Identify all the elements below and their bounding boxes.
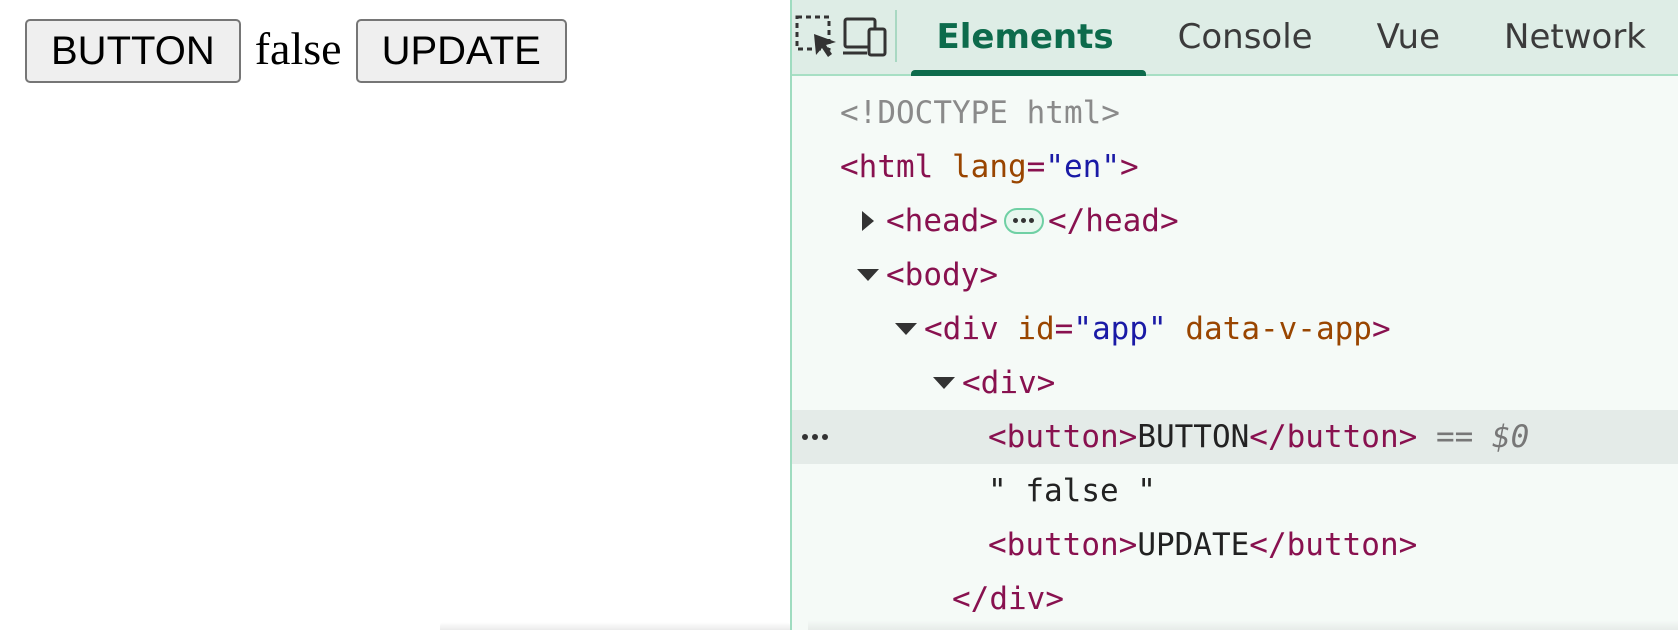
text-node[interactable]: " false " (792, 464, 1678, 518)
devtools-scrollbar[interactable] (808, 620, 1678, 630)
toolbar-divider (895, 10, 897, 62)
app-div-node[interactable]: <div id="app" data-v-app> (792, 302, 1678, 356)
devtools-toolbar: Elements Console Vue Network (792, 0, 1678, 76)
dom-tree: <!DOCTYPE html> <html lang="en"> <head> <… (792, 86, 1678, 626)
html-node[interactable]: <html lang="en"> (792, 140, 1678, 194)
app-content: BUTTON false UPDATE (25, 19, 567, 83)
devtools-panel: Elements Console Vue Network <!DOCTYPE h… (790, 0, 1678, 630)
collapse-caret-icon[interactable] (930, 356, 958, 410)
update-button[interactable]: UPDATE (355, 19, 567, 83)
tab-vue[interactable]: Vue (1345, 0, 1472, 74)
inner-div-close-node[interactable]: </div> (792, 572, 1678, 626)
state-text: false (254, 22, 342, 74)
button-node-selected[interactable]: <button>BUTTON</button> == $0 (792, 410, 1678, 464)
tab-console[interactable]: Console (1146, 0, 1345, 74)
collapse-caret-icon[interactable] (892, 302, 920, 356)
inspect-element-icon[interactable] (792, 0, 841, 74)
horizontal-scrollbar[interactable] (440, 622, 790, 630)
collapsed-ellipsis-icon[interactable] (1003, 207, 1044, 234)
tab-elements[interactable]: Elements (905, 0, 1146, 76)
button-button[interactable]: BUTTON (25, 19, 241, 83)
inner-div-node[interactable]: <div> (792, 356, 1678, 410)
head-node[interactable]: <head> </head> (792, 194, 1678, 248)
device-emulation-icon[interactable] (841, 0, 891, 74)
expand-caret-icon[interactable] (854, 194, 882, 248)
tab-network[interactable]: Network (1472, 0, 1678, 74)
doctype-node[interactable]: <!DOCTYPE html> (792, 86, 1678, 140)
collapse-caret-icon[interactable] (854, 248, 882, 302)
more-actions-icon[interactable] (802, 410, 828, 464)
page-viewport: BUTTON false UPDATE (0, 0, 790, 630)
body-node[interactable]: <body> (792, 248, 1678, 302)
update-button-node[interactable]: <button>UPDATE</button> (792, 518, 1678, 572)
